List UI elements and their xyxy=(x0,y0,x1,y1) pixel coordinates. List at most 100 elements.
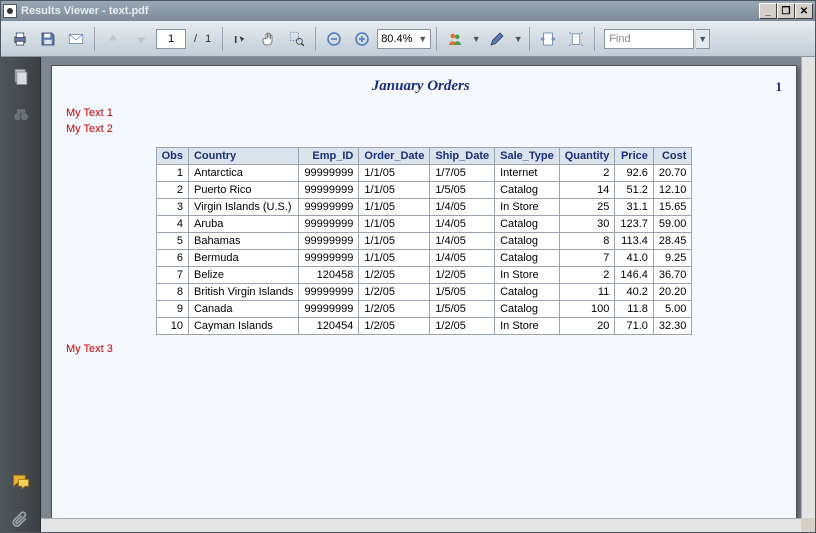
sign-button[interactable] xyxy=(484,26,510,52)
marquee-zoom-icon xyxy=(288,30,306,48)
cell: 99999999 xyxy=(299,232,359,249)
cell: 28.45 xyxy=(653,232,692,249)
cell: 1/2/05 xyxy=(359,300,430,317)
close-button[interactable]: ✕ xyxy=(795,3,813,19)
cell: Catalog xyxy=(495,249,560,266)
email-button[interactable] xyxy=(63,26,89,52)
cell: Catalog xyxy=(495,232,560,249)
sign-dropdown[interactable]: ▼ xyxy=(512,29,524,49)
toolbar: / 1 I 80.4% ▼ ▼ ▼ Find ▼ xyxy=(1,21,815,57)
cell: 100 xyxy=(559,300,615,317)
cell: 51.2 xyxy=(615,181,654,198)
cell: 99999999 xyxy=(299,300,359,317)
find-input[interactable]: Find xyxy=(604,29,694,49)
minimize-button[interactable]: _ xyxy=(759,3,777,19)
table-row: 5Bahamas999999991/1/051/4/05Catalog8113.… xyxy=(156,232,692,249)
cell: 1/1/05 xyxy=(359,232,430,249)
pdf-page: January Orders 1 My Text 1 My Text 2 Obs… xyxy=(51,65,797,523)
window-buttons: _ ❐ ✕ xyxy=(759,3,813,19)
prev-page-button[interactable] xyxy=(100,26,126,52)
page-total: 1 xyxy=(205,33,217,45)
next-page-button[interactable] xyxy=(128,26,154,52)
cell: 20.20 xyxy=(653,283,692,300)
cell: 99999999 xyxy=(299,164,359,181)
fit-width-button[interactable] xyxy=(535,26,561,52)
cell: Antarctica xyxy=(188,164,298,181)
cell: Catalog xyxy=(495,300,560,317)
people-icon xyxy=(446,30,464,48)
comments-panel-button[interactable] xyxy=(9,470,33,494)
cell: Canada xyxy=(188,300,298,317)
cell: 146.4 xyxy=(615,266,654,283)
minus-icon xyxy=(325,30,343,48)
attachments-panel-button[interactable] xyxy=(9,508,33,532)
restore-button[interactable]: ❐ xyxy=(777,3,795,19)
titlebar: Results Viewer - text.pdf _ ❐ ✕ xyxy=(1,1,815,21)
find-dropdown[interactable]: ▼ xyxy=(696,29,710,49)
pen-icon xyxy=(488,30,506,48)
cell: In Store xyxy=(495,317,560,334)
zoom-in-button[interactable] xyxy=(349,26,375,52)
page-number-input[interactable] xyxy=(156,29,186,49)
horizontal-scrollbar[interactable] xyxy=(41,518,801,532)
cell: 99999999 xyxy=(299,198,359,215)
select-tool-button[interactable]: I xyxy=(228,26,254,52)
cell: 9.25 xyxy=(653,249,692,266)
cell: 1/2/05 xyxy=(430,266,495,283)
cell: 32.30 xyxy=(653,317,692,334)
window-title: Results Viewer - text.pdf xyxy=(21,5,759,17)
cell: 41.0 xyxy=(615,249,654,266)
scroll-corner xyxy=(801,518,815,532)
cell: 1/1/05 xyxy=(359,198,430,215)
zoom-out-button[interactable] xyxy=(321,26,347,52)
hand-icon xyxy=(260,30,278,48)
cell: 9 xyxy=(156,300,188,317)
column-header: Cost xyxy=(653,147,692,164)
collab-button[interactable] xyxy=(442,26,468,52)
separator xyxy=(594,27,595,51)
cell: 99999999 xyxy=(299,181,359,198)
cell: 7 xyxy=(156,266,188,283)
cell: Virgin Islands (U.S.) xyxy=(188,198,298,215)
sidebar xyxy=(1,57,41,532)
table-row: 3Virgin Islands (U.S.)999999991/1/051/4/… xyxy=(156,198,692,215)
annotation-text: My Text 2 xyxy=(66,123,782,137)
cell: 1/1/05 xyxy=(359,215,430,232)
print-button[interactable] xyxy=(7,26,33,52)
vertical-scrollbar[interactable] xyxy=(801,57,815,518)
table-row: 4Aruba999999991/1/051/4/05Catalog30123.7… xyxy=(156,215,692,232)
cell: 20 xyxy=(559,317,615,334)
cell: 113.4 xyxy=(615,232,654,249)
cell: Cayman Islands xyxy=(188,317,298,334)
app-icon xyxy=(3,4,17,18)
cell: 1/2/05 xyxy=(430,317,495,334)
cell: 1/5/05 xyxy=(430,300,495,317)
table-row: 6Bermuda999999991/1/051/4/05Catalog741.0… xyxy=(156,249,692,266)
cell: 99999999 xyxy=(299,249,359,266)
cell: 8 xyxy=(156,283,188,300)
separator xyxy=(436,27,437,51)
cell: 1/1/05 xyxy=(359,181,430,198)
table-row: 2Puerto Rico999999991/1/051/5/05Catalog1… xyxy=(156,181,692,198)
cell: 5.00 xyxy=(653,300,692,317)
search-panel-button[interactable] xyxy=(9,103,33,127)
cell: 120454 xyxy=(299,317,359,334)
cell: 40.2 xyxy=(615,283,654,300)
fit-page-button[interactable] xyxy=(563,26,589,52)
cell: 120458 xyxy=(299,266,359,283)
zoom-level-select[interactable]: 80.4% ▼ xyxy=(377,29,431,49)
cell: 6 xyxy=(156,249,188,266)
pages-panel-button[interactable] xyxy=(9,65,33,89)
separator xyxy=(222,27,223,51)
hand-tool-button[interactable] xyxy=(256,26,282,52)
cell: 1/4/05 xyxy=(430,232,495,249)
save-button[interactable] xyxy=(35,26,61,52)
cell: 25 xyxy=(559,198,615,215)
cell: 11.8 xyxy=(615,300,654,317)
cell: Internet xyxy=(495,164,560,181)
table-row: 8British Virgin Islands999999991/2/051/5… xyxy=(156,283,692,300)
cell: 4 xyxy=(156,215,188,232)
collab-dropdown[interactable]: ▼ xyxy=(470,29,482,49)
cell: 99999999 xyxy=(299,283,359,300)
marquee-zoom-button[interactable] xyxy=(284,26,310,52)
